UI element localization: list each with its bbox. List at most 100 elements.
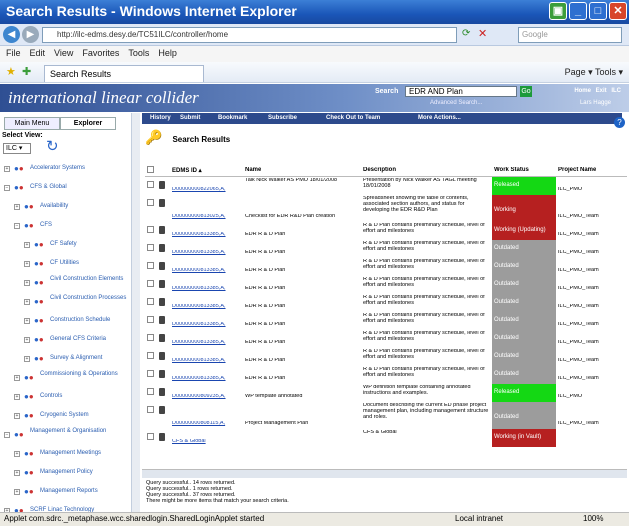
expand-toggle-icon[interactable]: +: [14, 394, 20, 400]
expand-toggle-icon[interactable]: −: [4, 432, 10, 438]
add-favorites-icon[interactable]: ✚: [22, 65, 31, 78]
tree-item[interactable]: + ●● Civil Construction Processes: [0, 294, 131, 313]
menu-edit[interactable]: Edit: [30, 48, 46, 58]
edms-id-link[interactable]: D00000000813385,A,: [172, 340, 244, 346]
tree-item[interactable]: − ●● Management & Organisation: [0, 427, 131, 446]
table-row[interactable]: D00000000813385,A, EDR R & D Plan R & D Pl…: [145, 276, 627, 294]
table-row[interactable]: D00000000813025,A, Checklist for EDR R&D …: [145, 195, 627, 222]
edms-id-link[interactable]: CFS & Global: [172, 439, 244, 445]
left-splitter[interactable]: [132, 113, 140, 512]
edms-id-link[interactable]: D00000000822065,A,: [172, 187, 244, 193]
command-bar[interactable]: Page ▾ Tools ▾: [565, 67, 623, 78]
row-checkbox[interactable]: [147, 226, 154, 233]
table-row[interactable]: D00000000809235,A, WP template annotated W…: [145, 384, 627, 402]
expand-toggle-icon[interactable]: +: [24, 242, 30, 248]
toolbar-check-out-to-team[interactable]: Check Out to Team: [318, 113, 410, 124]
row-checkbox[interactable]: [147, 199, 154, 206]
table-row[interactable]: D00000000813385,A, EDR R & D Plan R & D Pl…: [145, 222, 627, 240]
advanced-search-link[interactable]: Advanced Search...: [430, 100, 482, 106]
zoom-level[interactable]: 100%: [583, 514, 603, 523]
table-row[interactable]: CFS & Global CFS & Global Working (in Vaul…: [145, 429, 627, 447]
expand-toggle-icon[interactable]: +: [14, 375, 20, 381]
menu-favorites[interactable]: Favorites: [82, 48, 119, 58]
stop-icon[interactable]: ✕: [478, 27, 487, 40]
table-row[interactable]: D00000000813385,A, EDR R & D Plan R & D Pl…: [145, 366, 627, 384]
tree-item[interactable]: + ●● Availability: [0, 199, 131, 218]
table-row[interactable]: D00000000813385,A, EDR R & D Plan R & D Pl…: [145, 294, 627, 312]
header-links[interactable]: Home Exit ILC: [574, 88, 621, 94]
col-description[interactable]: Description: [363, 167, 396, 173]
refresh-tree-icon[interactable]: ↻: [46, 139, 62, 155]
col-work-status[interactable]: Work Status: [494, 167, 529, 173]
expand-toggle-icon[interactable]: +: [24, 337, 30, 343]
edms-id-link[interactable]: D00000000813385,A,: [172, 358, 244, 364]
expand-toggle-icon[interactable]: +: [14, 489, 20, 495]
expand-toggle-icon[interactable]: +: [14, 413, 20, 419]
tree-item[interactable]: + ●● SCRF Linac Technology: [0, 503, 131, 512]
edms-id-link[interactable]: D00000000813385,A,: [172, 268, 244, 274]
favorites-star-icon[interactable]: ★: [6, 65, 16, 78]
tree-item[interactable]: + ●● Management Policy: [0, 465, 131, 484]
minimize-button[interactable]: _: [569, 2, 587, 20]
search-input[interactable]: Google: [518, 27, 622, 43]
tree-item[interactable]: + ●● CF Safety: [0, 237, 131, 256]
tree-item[interactable]: + ●● Cryogenic System: [0, 408, 131, 427]
row-checkbox[interactable]: [147, 298, 154, 305]
expand-toggle-icon[interactable]: −: [14, 223, 20, 229]
edms-id-link[interactable]: D00000000813385,A,: [172, 286, 244, 292]
col-name[interactable]: Name: [245, 167, 261, 173]
row-checkbox[interactable]: [147, 352, 154, 359]
expand-toggle-icon[interactable]: +: [14, 470, 20, 476]
edms-id-link[interactable]: D00000000813385,A,: [172, 232, 244, 238]
row-checkbox[interactable]: [147, 334, 154, 341]
edms-id-link[interactable]: D00000000808115,A,: [172, 421, 244, 427]
edms-id-link[interactable]: D00000000813385,A,: [172, 250, 244, 256]
toolbar-submit[interactable]: Submit: [172, 113, 210, 124]
expand-toggle-icon[interactable]: +: [24, 280, 30, 286]
expand-toggle-icon[interactable]: +: [24, 261, 30, 267]
table-row[interactable]: D00000000808115,A, Project Management Pla…: [145, 402, 627, 429]
menu-tools[interactable]: Tools: [128, 48, 149, 58]
back-button[interactable]: ◀: [3, 26, 20, 43]
expand-toggle-icon[interactable]: +: [4, 166, 10, 172]
tree-item[interactable]: + ●● Management Reports: [0, 484, 131, 503]
expand-toggle-icon[interactable]: +: [24, 299, 30, 305]
table-row[interactable]: D00000000813385,A, EDR R & D Plan R & D Pl…: [145, 240, 627, 258]
tree-item[interactable]: + ●● Accelerator Systems: [0, 161, 131, 180]
maximize-button[interactable]: □: [589, 2, 607, 20]
tree-item[interactable]: + ●● Controls: [0, 389, 131, 408]
table-row[interactable]: D00000000813385,A, EDR R & D Plan R & D Pl…: [145, 348, 627, 366]
table-row[interactable]: D00000000813385,A, EDR R & D Plan R & D Pl…: [145, 258, 627, 276]
tree-item[interactable]: + ●● Construction Schedule: [0, 313, 131, 332]
row-checkbox[interactable]: [147, 280, 154, 287]
row-checkbox[interactable]: [147, 316, 154, 323]
url-input[interactable]: http://ilc-edms.desy.de/TC51ILC/controll…: [42, 27, 457, 43]
view-select[interactable]: ILC ▾: [3, 143, 31, 154]
tab-search-results[interactable]: Search Results: [44, 65, 204, 82]
tree-item[interactable]: − ●● CFS: [0, 218, 131, 237]
tree-item[interactable]: + ●● Civil Construction Elements: [0, 275, 131, 294]
forward-button[interactable]: ▶: [22, 26, 39, 43]
edms-id-link[interactable]: D00000000809235,A,: [172, 394, 244, 400]
tree-item[interactable]: + ●● Survey & Alignment: [0, 351, 131, 370]
menu-help[interactable]: Help: [158, 48, 177, 58]
toolbar-bookmark[interactable]: Bookmark: [210, 113, 260, 124]
tree-item[interactable]: + ●● Commissioning & Operations: [0, 370, 131, 389]
row-checkbox[interactable]: [147, 181, 154, 188]
row-checkbox[interactable]: [147, 244, 154, 251]
tree-item[interactable]: + ●● CF Utilities: [0, 256, 131, 275]
row-checkbox[interactable]: [147, 406, 154, 413]
search-go-button[interactable]: Go: [520, 86, 532, 97]
select-all-checkbox[interactable]: [147, 166, 154, 173]
tree-item[interactable]: + ●● Management Meetings: [0, 446, 131, 465]
edms-id-link[interactable]: D00000000813385,A,: [172, 376, 244, 382]
expand-toggle-icon[interactable]: −: [4, 185, 10, 191]
edms-id-link[interactable]: D00000000813385,A,: [172, 322, 244, 328]
expand-toggle-icon[interactable]: +: [14, 204, 20, 210]
col-edms-id[interactable]: EDMS ID ▴: [172, 167, 202, 174]
horizontal-scrollbar[interactable]: [142, 470, 627, 478]
menu-file[interactable]: File: [6, 48, 21, 58]
row-checkbox[interactable]: [147, 262, 154, 269]
close-button[interactable]: ✕: [609, 2, 627, 20]
menu-view[interactable]: View: [54, 48, 73, 58]
